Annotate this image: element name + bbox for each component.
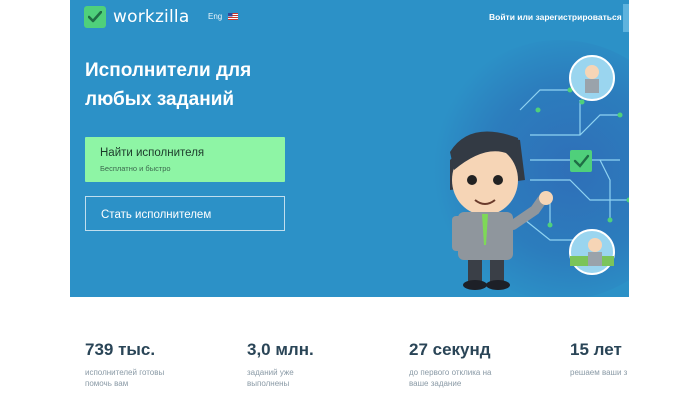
stat-label-line-2: выполнены	[247, 379, 290, 388]
us-flag-icon	[228, 13, 239, 20]
hero-section: workzilla Eng Войти или зарегистрировать…	[70, 0, 629, 297]
login-link[interactable]: Войти или зарегистрироваться	[489, 12, 622, 22]
stat-value: 15 лет	[570, 340, 622, 359]
logo[interactable]: workzilla	[84, 6, 189, 28]
headline-line-2: любых заданий	[85, 89, 235, 110]
find-performer-subtitle: Бесплатно и быстро	[100, 164, 171, 173]
language-label: Eng	[208, 12, 223, 21]
logo-check-icon	[84, 6, 106, 28]
language-switcher[interactable]: Eng	[208, 12, 239, 21]
stat-label: исполнителей готовы помочь вам	[85, 367, 175, 389]
find-performer-title: Найти исполнителя	[100, 147, 205, 159]
stat-tasks: 3,0 млн. заданий уже выполнены	[247, 340, 337, 389]
edge-button[interactable]	[623, 4, 629, 32]
stat-label: заданий уже выполнены	[247, 367, 337, 389]
center-check-tile	[570, 150, 592, 172]
stats-bar: 739 тыс. исполнителей готовы помочь вам …	[85, 340, 700, 400]
become-performer-button[interactable]: Стать исполнителем	[85, 196, 285, 231]
stat-label-line-1: заданий уже	[247, 368, 294, 377]
stat-value: 3,0 млн.	[247, 340, 314, 359]
stat-label: до первого отклика на ваше задание	[409, 367, 499, 389]
stat-value: 739 тыс.	[85, 340, 156, 359]
stat-response-time: 27 секунд до первого отклика на ваше зад…	[409, 340, 499, 389]
main-character	[450, 131, 553, 290]
page: workzilla Eng Войти или зарегистрировать…	[0, 0, 700, 400]
stat-label-line-1: до первого отклика на	[409, 368, 492, 377]
stat-label-line-1: исполнителей готовы	[85, 368, 165, 377]
find-performer-button[interactable]: Найти исполнителя Бесплатно и быстро	[85, 137, 285, 182]
headline-line-1: Исполнители для	[85, 60, 252, 81]
stat-label: решаем ваши з	[570, 367, 660, 378]
page-title: Исполнители для любых заданий	[85, 56, 305, 114]
stat-value: 27 секунд	[409, 340, 491, 359]
stat-label-line-1: решаем ваши з	[570, 368, 628, 377]
stat-label-line-2: ваше задание	[409, 379, 462, 388]
logo-text: workzilla	[113, 7, 190, 27]
stat-years: 15 лет решаем ваши з	[570, 340, 660, 378]
stat-label-line-2: помочь вам	[85, 379, 129, 388]
stat-performers: 739 тыс. исполнителей готовы помочь вам	[85, 340, 175, 389]
hero-illustration	[450, 55, 629, 290]
